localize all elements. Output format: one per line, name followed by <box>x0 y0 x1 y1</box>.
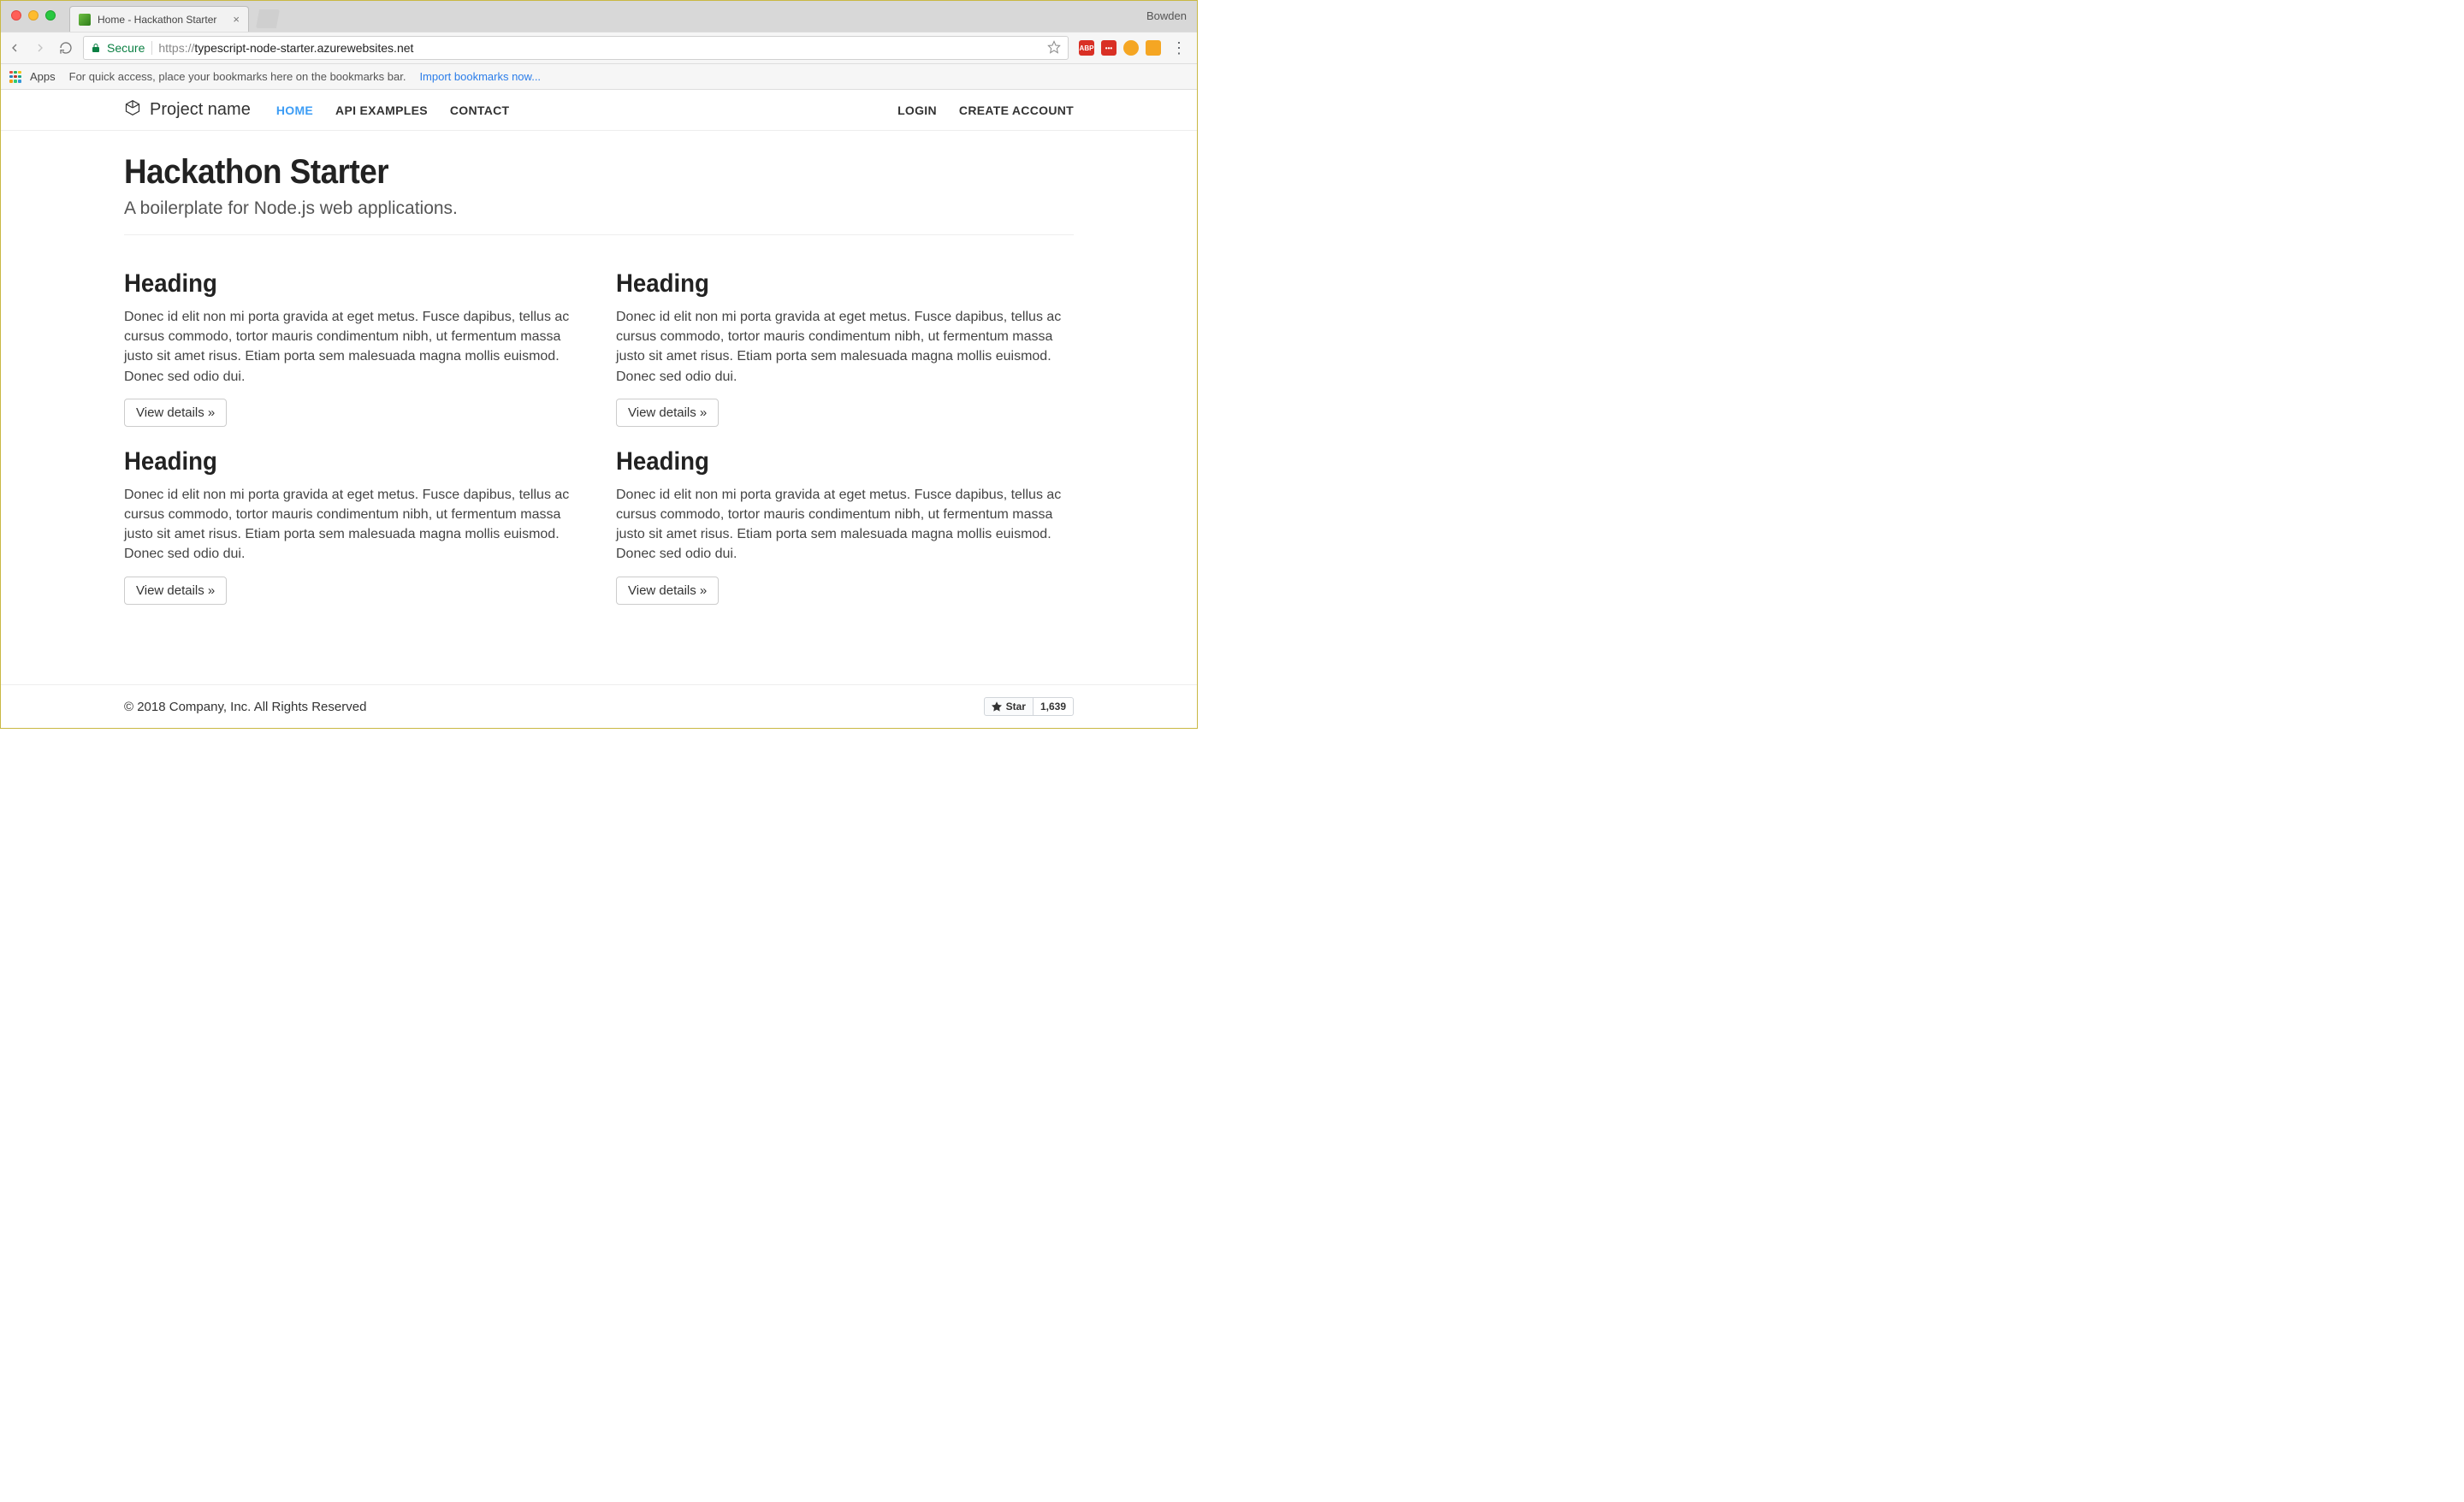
favicon-icon <box>79 14 91 26</box>
url-text: https://typescript-node-starter.azureweb… <box>158 41 413 55</box>
address-bar[interactable]: Secure https://typescript-node-starter.a… <box>83 36 1069 60</box>
close-window-button[interactable] <box>11 10 21 21</box>
nav-api-examples[interactable]: API EXAMPLES <box>335 103 428 117</box>
view-details-button[interactable]: View details » <box>616 577 719 605</box>
window-controls <box>11 10 56 21</box>
card-heading: Heading <box>616 269 1037 299</box>
nav-contact[interactable]: CONTACT <box>450 103 510 117</box>
extension-icons: ABP ••• ⋮ <box>1079 39 1190 57</box>
reload-button[interactable] <box>59 41 73 55</box>
card: Heading Donec id elit non mi porta gravi… <box>124 447 582 605</box>
nav-home[interactable]: HOME <box>276 103 313 117</box>
apps-icon[interactable] <box>9 71 21 83</box>
browser-menu-icon[interactable]: ⋮ <box>1168 39 1190 57</box>
tab-title: Home - Hackathon Starter <box>98 14 216 26</box>
forward-button[interactable] <box>33 41 47 55</box>
star-icon <box>992 701 1002 712</box>
card-body: Donec id elit non mi porta gravida at eg… <box>124 307 582 387</box>
maximize-window-button[interactable] <box>45 10 56 21</box>
card-heading: Heading <box>616 447 1037 476</box>
card-heading: Heading <box>124 269 545 299</box>
tab-close-icon[interactable]: × <box>233 13 240 26</box>
page-title: Hackathon Starter <box>124 153 998 192</box>
card-heading: Heading <box>124 447 545 476</box>
github-star-widget: Star 1,639 <box>984 697 1074 716</box>
card-body: Donec id elit non mi porta gravida at eg… <box>124 485 582 565</box>
apps-label[interactable]: Apps <box>30 70 56 83</box>
card: Heading Donec id elit non mi porta gravi… <box>616 447 1074 605</box>
new-tab-button[interactable] <box>256 9 280 28</box>
profile-label[interactable]: Bowden <box>1146 9 1187 22</box>
page-subtitle: A boilerplate for Node.js web applicatio… <box>124 198 1074 219</box>
bookmarks-bar: Apps For quick access, place your bookma… <box>1 64 1197 90</box>
footer: © 2018 Company, Inc. All Rights Reserved… <box>1 684 1197 728</box>
import-bookmarks-link[interactable]: Import bookmarks now... <box>419 70 541 83</box>
browser-window: Home - Hackathon Starter × Bowden Secure <box>0 0 1198 729</box>
view-details-button[interactable]: View details » <box>616 399 719 427</box>
view-details-button[interactable]: View details » <box>124 577 227 605</box>
lock-icon <box>91 42 101 54</box>
copyright-text: © 2018 Company, Inc. All Rights Reserved <box>124 700 366 714</box>
brand-label: Project name <box>150 100 251 120</box>
bookmarks-hint: For quick access, place your bookmarks h… <box>69 70 406 83</box>
bookmark-star-icon[interactable] <box>1047 40 1061 56</box>
github-star-count[interactable]: 1,639 <box>1034 697 1074 716</box>
card: Heading Donec id elit non mi porta gravi… <box>124 269 582 427</box>
browser-tab[interactable]: Home - Hackathon Starter × <box>69 6 249 32</box>
github-star-button[interactable]: Star <box>984 697 1034 716</box>
tab-bar: Home - Hackathon Starter × Bowden <box>1 1 1197 32</box>
site-navbar: Project name HOME API EXAMPLES CONTACT L… <box>1 90 1197 131</box>
cube-icon <box>124 99 141 121</box>
card: Heading Donec id elit non mi porta gravi… <box>616 269 1074 427</box>
card-body: Donec id elit non mi porta gravida at eg… <box>616 307 1074 387</box>
extension-abp-icon[interactable]: ABP <box>1079 40 1094 56</box>
view-details-button[interactable]: View details » <box>124 399 227 427</box>
secure-label: Secure <box>107 41 152 55</box>
toolbar: Secure https://typescript-node-starter.a… <box>1 32 1197 64</box>
extension-icon-4[interactable] <box>1146 40 1161 56</box>
minimize-window-button[interactable] <box>28 10 38 21</box>
card-body: Donec id elit non mi porta gravida at eg… <box>616 485 1074 565</box>
extension-lastpass-icon[interactable]: ••• <box>1101 40 1116 56</box>
github-star-label: Star <box>1006 701 1026 713</box>
brand[interactable]: Project name <box>124 99 251 121</box>
hero: Hackathon Starter A boilerplate for Node… <box>124 131 1074 235</box>
extension-icon-3[interactable] <box>1123 40 1139 56</box>
nav-login[interactable]: LOGIN <box>897 103 937 117</box>
cards-grid: Heading Donec id elit non mi porta gravi… <box>124 235 1074 622</box>
page-content: Project name HOME API EXAMPLES CONTACT L… <box>1 90 1197 728</box>
back-button[interactable] <box>8 41 21 55</box>
nav-create-account[interactable]: CREATE ACCOUNT <box>959 103 1074 117</box>
